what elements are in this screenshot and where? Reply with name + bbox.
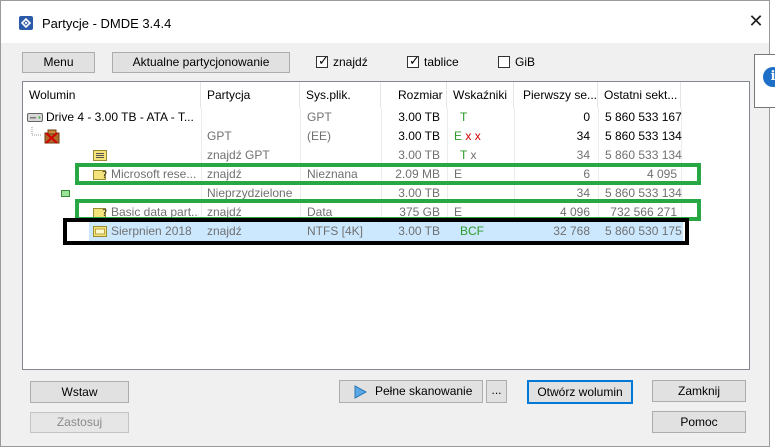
tables-checkbox-label: tablice (424, 55, 459, 69)
insert-button[interactable]: Wstaw (30, 381, 129, 403)
column-header-first-sector[interactable]: Pierwszy se... (514, 82, 598, 108)
column-header-volume[interactable]: Wolumin (23, 82, 201, 108)
partitions-window: Partycje - DMDE 3.4.4 ✕ Menu Aktualne pa… (0, 0, 770, 447)
unallocated-space-icon (61, 190, 70, 197)
title-bar: Partycje - DMDE 3.4.4 ✕ (1, 1, 769, 43)
table-row[interactable]: GPT (EE) 3.00 TB E x x 34 5 860 533 134 (23, 127, 683, 146)
tree-connector-icon (31, 127, 42, 136)
menu-button[interactable]: Menu (22, 52, 95, 73)
gib-checkbox-label: GiB (515, 55, 536, 69)
row-partition: GPT (207, 129, 232, 143)
close-button[interactable]: Zamknij (652, 380, 746, 402)
green-highlight-box (75, 163, 701, 185)
window-title: Partycje - DMDE 3.4.4 (42, 16, 172, 31)
row-filesystem: GPT (307, 110, 332, 124)
column-header-filesystem[interactable]: Sys.plik. (300, 82, 381, 108)
help-button[interactable]: Pomoc (652, 411, 746, 433)
row-size: 3.00 TB (398, 110, 440, 124)
check-icon: ✓ (318, 53, 329, 68)
play-icon (354, 385, 367, 399)
table-row[interactable]: Drive 4 - 3.00 TB - ATA - T... GPT 3.00 … (23, 108, 683, 127)
dmde-app-icon (19, 16, 33, 30)
row-last-sector: 5 860 533 134 (605, 129, 682, 143)
full-scan-label: Pełne skanowanie (375, 384, 473, 398)
column-header-partition[interactable]: Partycja (201, 82, 300, 108)
gpt-error-icon (44, 129, 60, 144)
current-partitioning-button[interactable]: Aktualne partycjonowanie (112, 52, 290, 73)
info-tooltip: i (754, 54, 775, 108)
list-header: Wolumin Partycja Sys.plik. Rozmiar Wskaź… (23, 82, 749, 108)
row-volume: Drive 4 - 3.00 TB - ATA - T... (46, 110, 194, 124)
apply-button[interactable]: Zastosuj (30, 412, 129, 433)
check-icon: ✓ (409, 53, 420, 68)
find-checkbox-label: znajdź (333, 55, 368, 69)
hard-drive-icon (27, 113, 43, 122)
column-header-last-sector[interactable]: Ostatni sekt... (598, 82, 681, 108)
row-first-sector: 0 (583, 110, 590, 124)
row-first-sector: 34 (576, 129, 590, 143)
black-highlight-box (63, 218, 689, 245)
row-size: 3.00 TB (398, 129, 440, 143)
partition-table-icon (93, 150, 107, 161)
find-checkbox-box[interactable]: ✓ (316, 53, 329, 68)
row-flags: E x x (454, 129, 481, 143)
row-flags: T (460, 110, 468, 124)
more-options-button[interactable]: ... (486, 380, 507, 403)
tables-checkbox-box[interactable]: ✓ (407, 53, 420, 68)
row-last-sector: 5 860 533 167 (605, 110, 682, 124)
open-volume-button[interactable]: Otwórz wolumin (527, 380, 633, 404)
column-header-flags[interactable]: Wskaźniki (447, 82, 514, 108)
gib-checkbox-box[interactable] (498, 56, 510, 68)
row-filesystem: (EE) (307, 129, 331, 143)
info-icon: i (763, 67, 775, 87)
column-header-size[interactable]: Rozmiar (381, 82, 447, 108)
close-icon[interactable]: ✕ (745, 10, 767, 32)
partition-list[interactable]: Wolumin Partycja Sys.plik. Rozmiar Wskaź… (22, 81, 750, 370)
full-scan-button[interactable]: Pełne skanowanie (339, 380, 483, 403)
